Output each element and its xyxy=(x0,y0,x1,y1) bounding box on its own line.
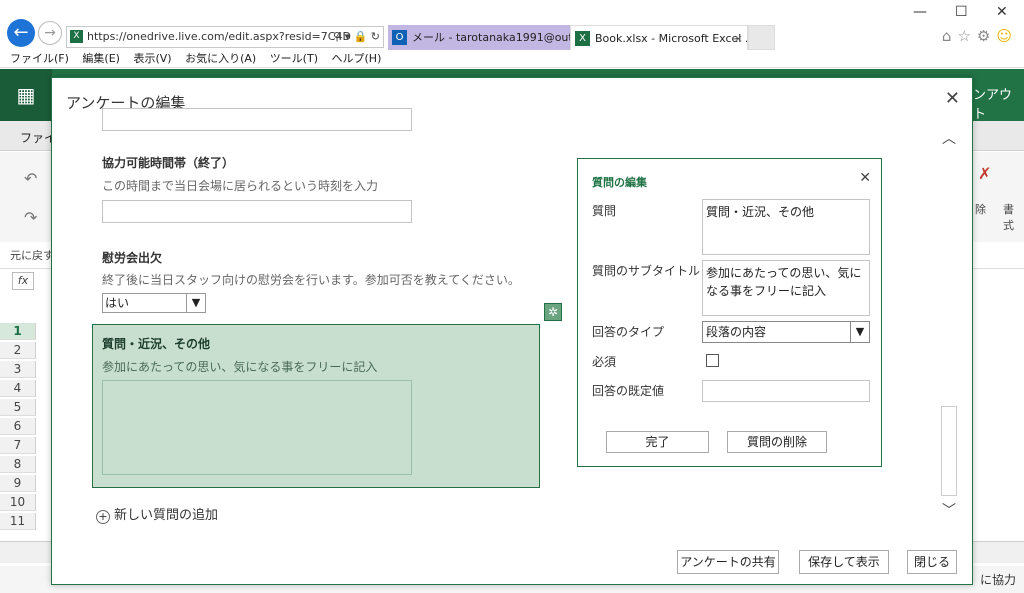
window-close-icon[interactable]: ✕ xyxy=(996,4,1008,20)
dialog-close-icon[interactable]: ✕ xyxy=(945,88,960,109)
fx-icon[interactable]: fx xyxy=(12,272,34,290)
end-time-field[interactable] xyxy=(102,200,412,223)
scrollbar-thumb[interactable] xyxy=(941,406,957,496)
answer-type-value: 段落の内容 xyxy=(706,325,767,339)
excel-tab-icon: X xyxy=(575,31,590,46)
close-button[interactable]: 閉じる xyxy=(907,550,957,574)
back-arrow-icon[interactable]: ← xyxy=(7,19,35,47)
maximize-icon[interactable]: ☐ xyxy=(955,4,968,20)
chevron-down-icon: ▼ xyxy=(850,322,869,342)
answer-type-label: 回答のタイプ xyxy=(592,325,665,339)
signout-label[interactable]: ンアウト xyxy=(973,84,1024,122)
scroll-down-icon[interactable]: ﹀ xyxy=(938,500,960,520)
menu-favorites[interactable]: お気に入り(A) xyxy=(185,50,256,68)
menu-bar: ファイル(F) 編集(E) 表示(V) お気に入り(A) ツール(T) ヘルプ(… xyxy=(0,50,1024,68)
paragraph-answer-area xyxy=(102,380,412,475)
format-label: 書式 xyxy=(1003,203,1014,232)
minimize-icon[interactable]: — xyxy=(913,4,927,20)
menu-file[interactable]: ファイル(F) xyxy=(10,50,69,68)
row-header[interactable]: 1 xyxy=(0,323,36,340)
previous-answer-field[interactable] xyxy=(102,108,412,131)
survey-edit-dialog: アンケートの編集 ✕ 協力可能時間帯（終了） この時間まで当日会場に居られるとい… xyxy=(51,77,973,585)
edit-panel-close-icon[interactable]: ✕ xyxy=(859,170,871,186)
default-value-field[interactable] xyxy=(702,380,870,402)
delete-label: 除 xyxy=(975,203,986,216)
browser-tool-icons: ⌂☆⚙☺ xyxy=(942,27,1018,45)
scroll-up-icon[interactable]: ︿ xyxy=(938,128,960,148)
undo-icon[interactable]: ↶ xyxy=(24,169,37,188)
question-text-field[interactable]: 質問・近況、その他 xyxy=(702,199,870,255)
chevron-down-icon: ▼ xyxy=(186,294,205,312)
excel-favicon-icon: X xyxy=(70,30,83,43)
question-subtitle: この時間まで当日会場に居られるという時刻を入力 xyxy=(102,179,379,193)
save-and-view-button[interactable]: 保存して表示 xyxy=(799,550,889,574)
menu-help[interactable]: ヘルプ(H) xyxy=(332,50,382,68)
edit-panel-title: 質問の編集 xyxy=(592,176,647,189)
answer-type-select[interactable]: 段落の内容 ▼ xyxy=(702,321,870,343)
row-header[interactable]: 11 xyxy=(0,513,36,530)
feedback-label[interactable]: に協力 xyxy=(980,571,1016,588)
row-header[interactable]: 5 xyxy=(0,399,36,416)
address-bar[interactable]: X https://onedrive.live.com/edit.aspx?re… xyxy=(66,26,384,48)
row-header[interactable]: 10 xyxy=(0,494,36,511)
home-icon[interactable]: ⌂ xyxy=(942,27,958,45)
new-tab-button[interactable] xyxy=(748,25,775,50)
tab-mail[interactable]: O メール - tarotanaka1991@outloo... xyxy=(388,25,570,50)
question-subtitle: 終了後に当日スタッフ向けの慰労会を行います。参加可否を教えてください。 xyxy=(102,273,520,287)
attendance-select[interactable]: はい ▼ xyxy=(102,293,206,313)
dialog-scrollbar[interactable]: ︿ ﹀ xyxy=(938,116,960,534)
row-header[interactable]: 4 xyxy=(0,380,36,397)
menu-edit[interactable]: 編集(E) xyxy=(82,50,120,68)
app-launcher-icon[interactable]: ▦ xyxy=(0,69,52,121)
forward-arrow-icon[interactable]: → xyxy=(38,21,62,45)
selected-question[interactable]: 質問・近況、その他 参加にあたっての思い、気になる事をフリーに記入 xyxy=(92,324,540,488)
row-header[interactable]: 3 xyxy=(0,361,36,378)
tab-mail-label: メール - tarotanaka1991@outloo... xyxy=(412,31,570,44)
smiley-icon[interactable]: ☺ xyxy=(996,27,1018,45)
selected-question-title: 質問・近況、その他 xyxy=(102,337,211,351)
address-tools-icon[interactable]: ⚲ ▾ 🔒 ↻ xyxy=(333,27,380,47)
menu-view[interactable]: 表示(V) xyxy=(133,50,171,68)
attendance-select-value: はい xyxy=(105,296,130,310)
star-icon[interactable]: ☆ xyxy=(957,27,976,45)
default-value-label: 回答の既定値 xyxy=(592,384,665,398)
browser-titlebar: ← → X https://onedrive.live.com/edit.asp… xyxy=(0,0,1024,50)
edit-question-panel: 質問の編集 ✕ 質問 質問・近況、その他 質問のサブタイトル 参加にあたっての思… xyxy=(577,158,882,467)
required-label: 必須 xyxy=(592,355,617,369)
share-survey-button[interactable]: アンケートの共有 xyxy=(677,550,779,574)
add-question-link[interactable]: + 新しい質問の追加 xyxy=(96,504,218,524)
row-header[interactable]: 7 xyxy=(0,437,36,454)
outlook-icon: O xyxy=(392,30,407,45)
question-settings-icon[interactable]: ✲ xyxy=(544,303,562,321)
gear-icon[interactable]: ⚙ xyxy=(977,27,996,45)
question-title[interactable]: 協力可能時間帯（終了） xyxy=(102,154,234,171)
required-checkbox[interactable] xyxy=(706,354,719,367)
row-header[interactable]: 9 xyxy=(0,475,36,492)
done-button[interactable]: 完了 xyxy=(606,431,709,453)
clear-icon[interactable]: ✗ xyxy=(978,164,991,183)
tab-excel[interactable]: X Book.xlsx - Microsoft Excel ... × xyxy=(570,25,748,50)
undo-group-label: 元に戻す xyxy=(10,249,54,262)
row-header[interactable]: 8 xyxy=(0,456,36,473)
plus-circle-icon: + xyxy=(96,510,110,524)
row-header[interactable]: 6 xyxy=(0,418,36,435)
selected-question-subtitle: 参加にあたっての思い、気になる事をフリーに記入 xyxy=(102,360,378,374)
question-title[interactable]: 慰労会出欠 xyxy=(102,249,162,266)
close-tab-icon[interactable]: × xyxy=(734,26,743,50)
address-text: https://onedrive.live.com/edit.aspx?resi… xyxy=(87,30,351,43)
add-question-label: 新しい質問の追加 xyxy=(114,508,219,523)
row-header[interactable]: 2 xyxy=(0,342,36,359)
redo-icon[interactable]: ↷ xyxy=(24,208,37,227)
subtitle-text-field[interactable]: 参加にあたっての思い、気になる事をフリーに記入 xyxy=(702,260,870,316)
question-label: 質問 xyxy=(592,204,617,218)
menu-tools[interactable]: ツール(T) xyxy=(270,50,318,68)
subtitle-label: 質問のサブタイトル xyxy=(592,264,701,278)
delete-question-button[interactable]: 質問の削除 xyxy=(727,431,827,453)
tab-excel-label: Book.xlsx - Microsoft Excel ... xyxy=(595,32,748,45)
